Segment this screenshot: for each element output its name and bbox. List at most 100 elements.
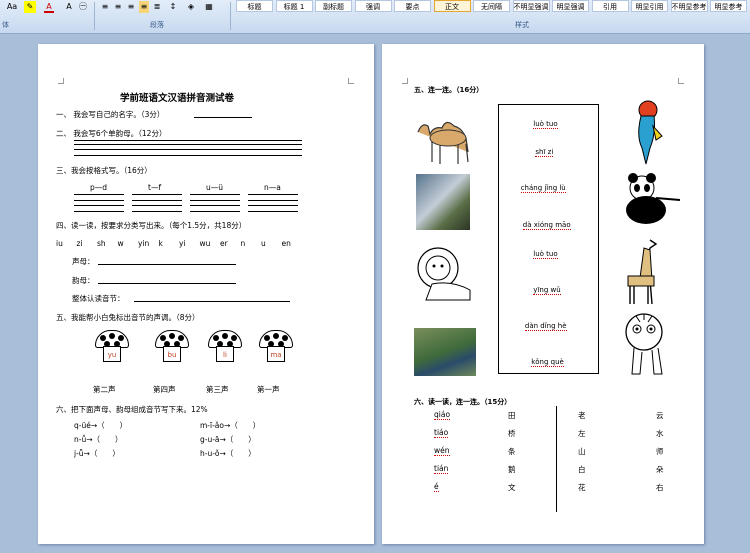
char-shading-icon[interactable]: A bbox=[64, 1, 74, 13]
char-item: 桥 bbox=[508, 429, 516, 438]
style-button[interactable]: 要点 bbox=[394, 0, 431, 12]
style-button[interactable]: 不明显参考 bbox=[670, 0, 708, 12]
pinyin-item: tián bbox=[434, 464, 449, 474]
char-item: 白 bbox=[578, 465, 586, 474]
writing-line bbox=[132, 211, 182, 212]
q4-letter: n bbox=[240, 239, 246, 248]
style-button[interactable]: 标题 1 bbox=[275, 0, 313, 12]
name-line bbox=[194, 117, 252, 118]
style-button[interactable]: 副标题 bbox=[315, 0, 352, 12]
change-case-button[interactable]: Aa bbox=[4, 1, 20, 13]
char-item: 老 bbox=[578, 411, 586, 420]
encircle-icon[interactable]: ㊀ bbox=[78, 1, 88, 13]
highlight-icon[interactable]: ✎ bbox=[24, 1, 36, 13]
char-item: 朵 bbox=[656, 465, 664, 474]
char-item: 左 bbox=[578, 429, 586, 438]
align-center-icon[interactable]: ≡ bbox=[113, 1, 123, 13]
pinyin-item: wén bbox=[434, 446, 450, 456]
q4-letter: er bbox=[220, 239, 228, 248]
q4-letter: sh bbox=[97, 239, 106, 248]
style-button[interactable]: 引用 bbox=[591, 0, 629, 12]
align-left-icon[interactable]: ≡ bbox=[100, 1, 110, 13]
line-spacing-icon[interactable]: ↕ bbox=[166, 1, 180, 13]
q4-letter: en bbox=[281, 239, 291, 248]
style-button[interactable]: 明显引用 bbox=[631, 0, 668, 12]
camel-image bbox=[417, 121, 469, 164]
char-item: 水 bbox=[656, 429, 664, 438]
pinyin-word: kǒng què bbox=[531, 358, 564, 367]
mushroom: bu bbox=[155, 330, 189, 368]
mushroom: ma bbox=[259, 330, 293, 368]
q6-item: j-ǖ→（ ） bbox=[74, 449, 120, 458]
q6-item: h-u-ǒ→（ ） bbox=[200, 449, 256, 458]
panda-image bbox=[626, 173, 680, 224]
font-color-icon[interactable]: A bbox=[44, 1, 54, 13]
writing-line bbox=[248, 211, 298, 212]
char-item: 鹅 bbox=[508, 465, 516, 474]
pinyin-item: é bbox=[434, 482, 439, 492]
corner-mark bbox=[678, 78, 684, 84]
crane-photo bbox=[416, 174, 470, 230]
style-button[interactable]: 强调 bbox=[354, 0, 392, 12]
shading-icon[interactable]: ◈ bbox=[184, 1, 198, 13]
style-button[interactable]: 明显参考 bbox=[710, 0, 747, 12]
parrot-image bbox=[638, 100, 663, 165]
syllable-label: bu bbox=[163, 346, 181, 362]
pinyin-item: qiáo bbox=[434, 410, 451, 420]
q4-letter: yin bbox=[138, 239, 150, 248]
distribute-icon[interactable]: ≣ bbox=[152, 1, 162, 13]
justify-icon[interactable]: ≡ bbox=[139, 1, 149, 13]
q4-letter: iu bbox=[56, 239, 63, 248]
q6-item: g-u-ā→（ ） bbox=[200, 435, 256, 444]
q3-item: n—a bbox=[264, 183, 281, 192]
pinyin-word: luò tuo bbox=[533, 120, 558, 129]
writing-line bbox=[190, 194, 240, 195]
char-item: 右 bbox=[656, 483, 664, 492]
pinyin-word: dàn dǐng hè bbox=[524, 322, 567, 331]
borders-icon[interactable]: ▦ bbox=[202, 1, 216, 13]
writing-line bbox=[132, 205, 182, 206]
style-button[interactable]: 不明显强调 bbox=[512, 0, 550, 12]
style-button[interactable]: 标题 bbox=[236, 0, 273, 12]
writing-line bbox=[248, 194, 298, 195]
char-item: 田 bbox=[508, 411, 516, 420]
right-page: 五、连一连。（16分） luò tuo shī zi cháng jǐng lù dà… bbox=[382, 44, 704, 544]
tone-label: 第一声 bbox=[257, 385, 280, 394]
q6-item: q-üé→（ ） bbox=[74, 421, 128, 430]
divider bbox=[556, 406, 557, 512]
writing-line bbox=[74, 200, 124, 201]
mushroom: yu bbox=[95, 330, 129, 368]
styles-group-label: 样式 bbox=[515, 21, 529, 29]
q3-item: t—f bbox=[148, 183, 162, 192]
char-item: 条 bbox=[508, 447, 516, 456]
right-question-5: 五、连一连。（16分） bbox=[414, 86, 484, 94]
giraffe-image bbox=[627, 239, 658, 305]
pinyin-item: tiáo bbox=[434, 428, 449, 438]
q4-letter: zi bbox=[76, 239, 83, 248]
tone-label: 第三声 bbox=[206, 385, 229, 394]
pinyin-word: yīng wǔ bbox=[533, 286, 561, 295]
style-button[interactable]: 无间隔 bbox=[473, 0, 510, 12]
tiger-image bbox=[625, 313, 663, 375]
question-6: 六、把下面声母、韵母组成音节写下来。12% bbox=[56, 405, 208, 414]
writing-line bbox=[190, 205, 240, 206]
pinyin-word: luò tuo bbox=[533, 250, 558, 259]
question-5: 五、我能帮小白兔标出音节的声调。（8分） bbox=[56, 313, 200, 322]
char-item: 山 bbox=[578, 447, 586, 456]
corner-mark bbox=[402, 78, 408, 84]
writing-line bbox=[74, 205, 124, 206]
q4-letter: yi bbox=[179, 239, 186, 248]
char-item: 师 bbox=[656, 447, 664, 456]
shengmu-label: 声母： bbox=[72, 257, 95, 266]
zhengti-label: 整体认读音节： bbox=[72, 294, 125, 303]
tone-label: 第四声 bbox=[153, 385, 176, 394]
question-3: 三、我会按格式写。（16分） bbox=[56, 166, 152, 175]
q4-letter: k bbox=[158, 239, 163, 248]
style-button[interactable]: 正文 bbox=[433, 0, 471, 12]
syllable-label: ma bbox=[267, 346, 285, 362]
tone-label: 第二声 bbox=[93, 385, 116, 394]
style-button[interactable]: 明显强调 bbox=[552, 0, 589, 12]
peacock-photo bbox=[414, 328, 476, 376]
align-right-icon[interactable]: ≡ bbox=[126, 1, 136, 13]
corner-mark bbox=[348, 78, 354, 84]
